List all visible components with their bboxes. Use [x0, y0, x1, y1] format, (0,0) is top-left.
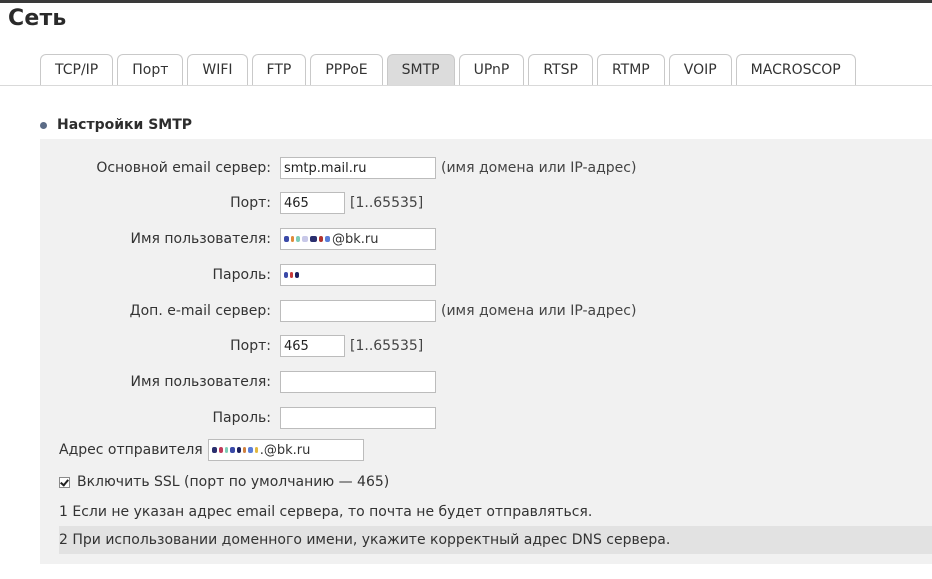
- primary-port-label: Порт:: [230, 195, 271, 211]
- secondary-user-input[interactable]: [280, 371, 436, 393]
- secondary-user-row: Имя пользователя:: [40, 370, 436, 394]
- smtp-settings-panel: Основной email сервер: (имя домена или I…: [40, 139, 932, 564]
- secondary-server-hint: (имя домена или IP-адрес): [441, 303, 637, 319]
- tab-wifi[interactable]: WIFI: [187, 54, 248, 85]
- primary-user-row: Имя пользователя: @bk.ru: [40, 227, 436, 251]
- primary-port-hint: [1..65535]: [350, 195, 424, 211]
- primary-server-row: Основной email сервер: (имя домена или I…: [40, 156, 636, 180]
- ssl-label: Включить SSL (порт по умолчанию — 465): [77, 474, 390, 490]
- ssl-row: Включить SSL (порт по умолчанию — 465): [59, 471, 389, 493]
- primary-password-input[interactable]: [280, 264, 436, 286]
- ssl-checkbox[interactable]: [59, 476, 70, 488]
- tab-ftp[interactable]: FTP: [251, 54, 307, 85]
- secondary-server-row: Доп. e-mail сервер: (имя домена или IP-а…: [40, 299, 636, 323]
- tab-bar-divider: [0, 85, 932, 86]
- tab-port[interactable]: Порт: [117, 54, 184, 85]
- secondary-port-row: Порт: [1..65535]: [40, 334, 423, 358]
- sender-input[interactable]: .@bk.ru: [207, 439, 364, 461]
- tab-rtsp[interactable]: RTSP: [528, 54, 593, 85]
- secondary-password-label: Пароль:: [212, 410, 271, 426]
- secondary-server-input[interactable]: [280, 300, 436, 322]
- secondary-port-hint: [1..65535]: [350, 338, 424, 354]
- primary-password-label: Пароль:: [212, 267, 271, 283]
- tab-upnp[interactable]: UPnP: [458, 54, 525, 85]
- primary-server-hint: (имя домена или IP-адрес): [441, 160, 637, 176]
- section-title: Настройки SMTP: [57, 117, 193, 133]
- sender-visible-text: .@bk.ru: [259, 442, 311, 458]
- bullet-icon: [40, 122, 47, 129]
- section-header: Настройки SMTP: [40, 114, 192, 136]
- note-1: 1 Если не указан адрес email сервера, то…: [59, 504, 593, 520]
- primary-user-label: Имя пользователя:: [130, 231, 271, 247]
- tab-bar: TCP/IP Порт WIFI FTP PPPoE SMTP UPnP RTS…: [40, 54, 860, 86]
- secondary-server-label: Доп. e-mail сервер:: [129, 303, 271, 319]
- primary-server-input[interactable]: [280, 157, 436, 179]
- secondary-password-row: Пароль:: [40, 406, 436, 430]
- secondary-port-input[interactable]: [280, 335, 345, 357]
- tab-macroscop[interactable]: MACROSCOP: [735, 54, 856, 85]
- tab-smtp[interactable]: SMTP: [386, 54, 455, 85]
- sender-label: Адрес отправителя: [59, 442, 203, 458]
- primary-port-input[interactable]: [280, 192, 345, 214]
- tab-pppoe[interactable]: PPPoE: [310, 54, 383, 85]
- primary-user-visible-text: @bk.ru: [332, 231, 379, 247]
- secondary-port-label: Порт:: [230, 338, 271, 354]
- sender-row: Адрес отправителя .@bk.ru: [59, 438, 364, 462]
- top-border: [0, 0, 932, 3]
- primary-password-row: Пароль:: [40, 263, 436, 287]
- tab-tcpip[interactable]: TCP/IP: [40, 54, 114, 85]
- note-2: 2 При использовании доменного имени, ука…: [59, 526, 932, 554]
- page-title: Сеть: [8, 6, 67, 31]
- primary-server-label: Основной email сервер:: [96, 160, 271, 176]
- secondary-user-label: Имя пользователя:: [130, 374, 271, 390]
- primary-port-row: Порт: [1..65535]: [40, 191, 423, 215]
- tab-rtmp[interactable]: RTMP: [596, 54, 665, 85]
- primary-user-input[interactable]: @bk.ru: [280, 228, 436, 250]
- tab-voip[interactable]: VOIP: [668, 54, 732, 85]
- secondary-password-input[interactable]: [280, 407, 436, 429]
